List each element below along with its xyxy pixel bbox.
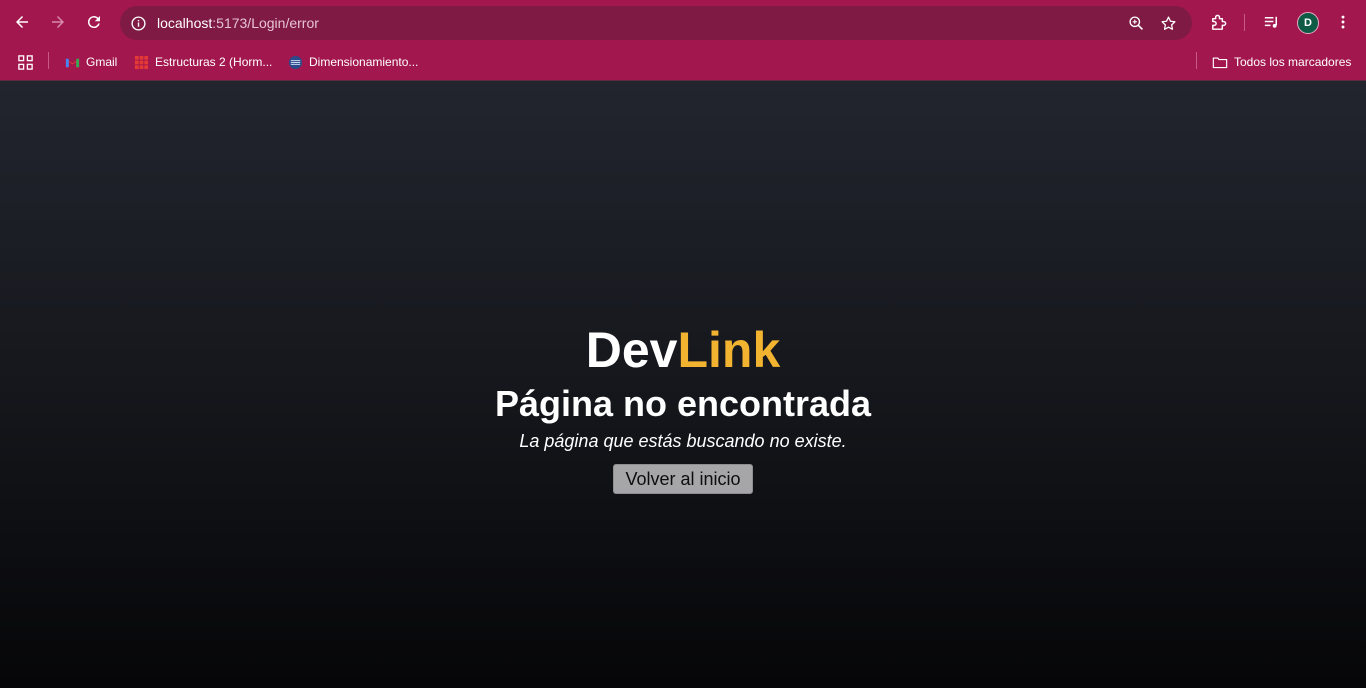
media-controls-icon[interactable] <box>1260 11 1282 33</box>
error-page: DevLink Página no encontrada La página q… <box>0 81 1366 688</box>
grid-favicon-icon <box>133 54 149 70</box>
gmail-icon <box>64 54 80 70</box>
reload-button[interactable] <box>81 9 107 35</box>
star-icon[interactable] <box>1158 13 1178 33</box>
bookmark-label: Dimensionamiento... <box>309 55 419 69</box>
site-favicon-icon <box>287 54 303 70</box>
toolbar-divider <box>1244 14 1245 31</box>
bookmark-estructuras[interactable]: Estructuras 2 (Horm... <box>133 51 272 73</box>
site-info-icon[interactable] <box>128 13 148 33</box>
brand-logo: DevLink <box>586 321 781 379</box>
browser-chrome: localhost:5173/Login/error D Gmail Estru… <box>0 0 1366 81</box>
page-title: Página no encontrada <box>494 383 872 424</box>
bookmarks-bar: Gmail Estructuras 2 (Horm... Dimensionam… <box>0 44 1366 80</box>
apps-button[interactable] <box>17 51 34 73</box>
address-bar[interactable]: localhost:5173/Login/error <box>120 6 1192 40</box>
browser-toolbar: localhost:5173/Login/error D <box>0 0 1366 44</box>
all-bookmarks-label: Todos los marcadores <box>1234 55 1352 69</box>
bookmark-label: Gmail <box>86 55 118 69</box>
folder-icon <box>1212 54 1228 70</box>
url-text: localhost:5173/Login/error <box>157 15 319 31</box>
back-button[interactable] <box>9 9 35 35</box>
reload-icon <box>87 16 100 29</box>
arrow-left-icon <box>16 16 28 28</box>
extensions-icon[interactable] <box>1207 11 1229 33</box>
arrow-right-icon <box>52 16 64 28</box>
bookmarks-divider-right <box>1196 52 1197 69</box>
url-host: localhost <box>157 15 213 31</box>
apps-grid-icon <box>18 54 33 70</box>
bookmark-dimensionamiento[interactable]: Dimensionamiento... <box>287 51 418 73</box>
profile-avatar[interactable]: D <box>1297 12 1319 34</box>
bookmark-label: Estructuras 2 (Horm... <box>155 55 273 69</box>
page-subtitle: La página que estás buscando no existe. <box>519 431 847 451</box>
error-content: DevLink Página no encontrada La página q… <box>0 321 1366 494</box>
url-path: :5173/Login/error <box>212 15 319 31</box>
bookmarks-divider <box>48 52 49 69</box>
menu-icon[interactable] <box>1332 11 1354 33</box>
back-to-home-button[interactable]: Volver al inicio <box>613 464 753 494</box>
bookmark-gmail[interactable]: Gmail <box>64 51 117 73</box>
brand-link: Link <box>677 322 781 378</box>
all-bookmarks-button[interactable]: Todos los marcadores <box>1212 51 1351 73</box>
forward-button[interactable] <box>45 9 71 35</box>
zoom-icon[interactable] <box>1126 13 1146 33</box>
brand-dev: Dev <box>585 322 678 378</box>
